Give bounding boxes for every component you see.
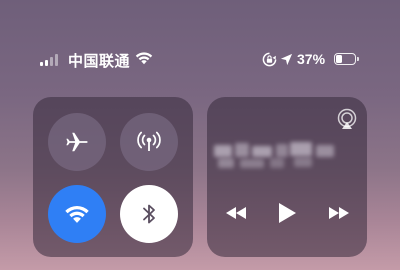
rewind-button[interactable] bbox=[221, 196, 251, 230]
location-arrow-icon bbox=[280, 53, 293, 66]
bluetooth-icon bbox=[143, 204, 155, 224]
now-playing-panel[interactable] bbox=[207, 97, 367, 257]
media-controls bbox=[207, 196, 367, 230]
battery-icon bbox=[334, 53, 359, 65]
airplay-icon[interactable] bbox=[336, 108, 358, 130]
cellular-data-toggle[interactable] bbox=[120, 113, 178, 171]
status-bar: 中国联通 37% bbox=[0, 0, 400, 70]
carrier-name: 中国联通 bbox=[68, 52, 131, 70]
fast-forward-icon bbox=[329, 207, 349, 219]
wifi-toggle[interactable] bbox=[48, 185, 106, 243]
airplane-icon bbox=[66, 132, 88, 152]
rewind-icon bbox=[226, 207, 246, 219]
cellular-antenna-icon bbox=[137, 131, 161, 151]
wifi-icon bbox=[135, 52, 153, 65]
play-button[interactable] bbox=[272, 196, 302, 230]
wifi-icon bbox=[65, 205, 89, 223]
play-icon bbox=[279, 203, 296, 223]
rotation-lock-icon bbox=[262, 52, 277, 67]
track-title-blurred bbox=[210, 140, 345, 170]
bluetooth-toggle[interactable] bbox=[120, 185, 178, 243]
fast-forward-button[interactable] bbox=[324, 196, 354, 230]
airplane-mode-toggle[interactable] bbox=[48, 113, 106, 171]
connectivity-panel bbox=[33, 97, 193, 257]
battery-percent: 37% bbox=[297, 51, 326, 67]
